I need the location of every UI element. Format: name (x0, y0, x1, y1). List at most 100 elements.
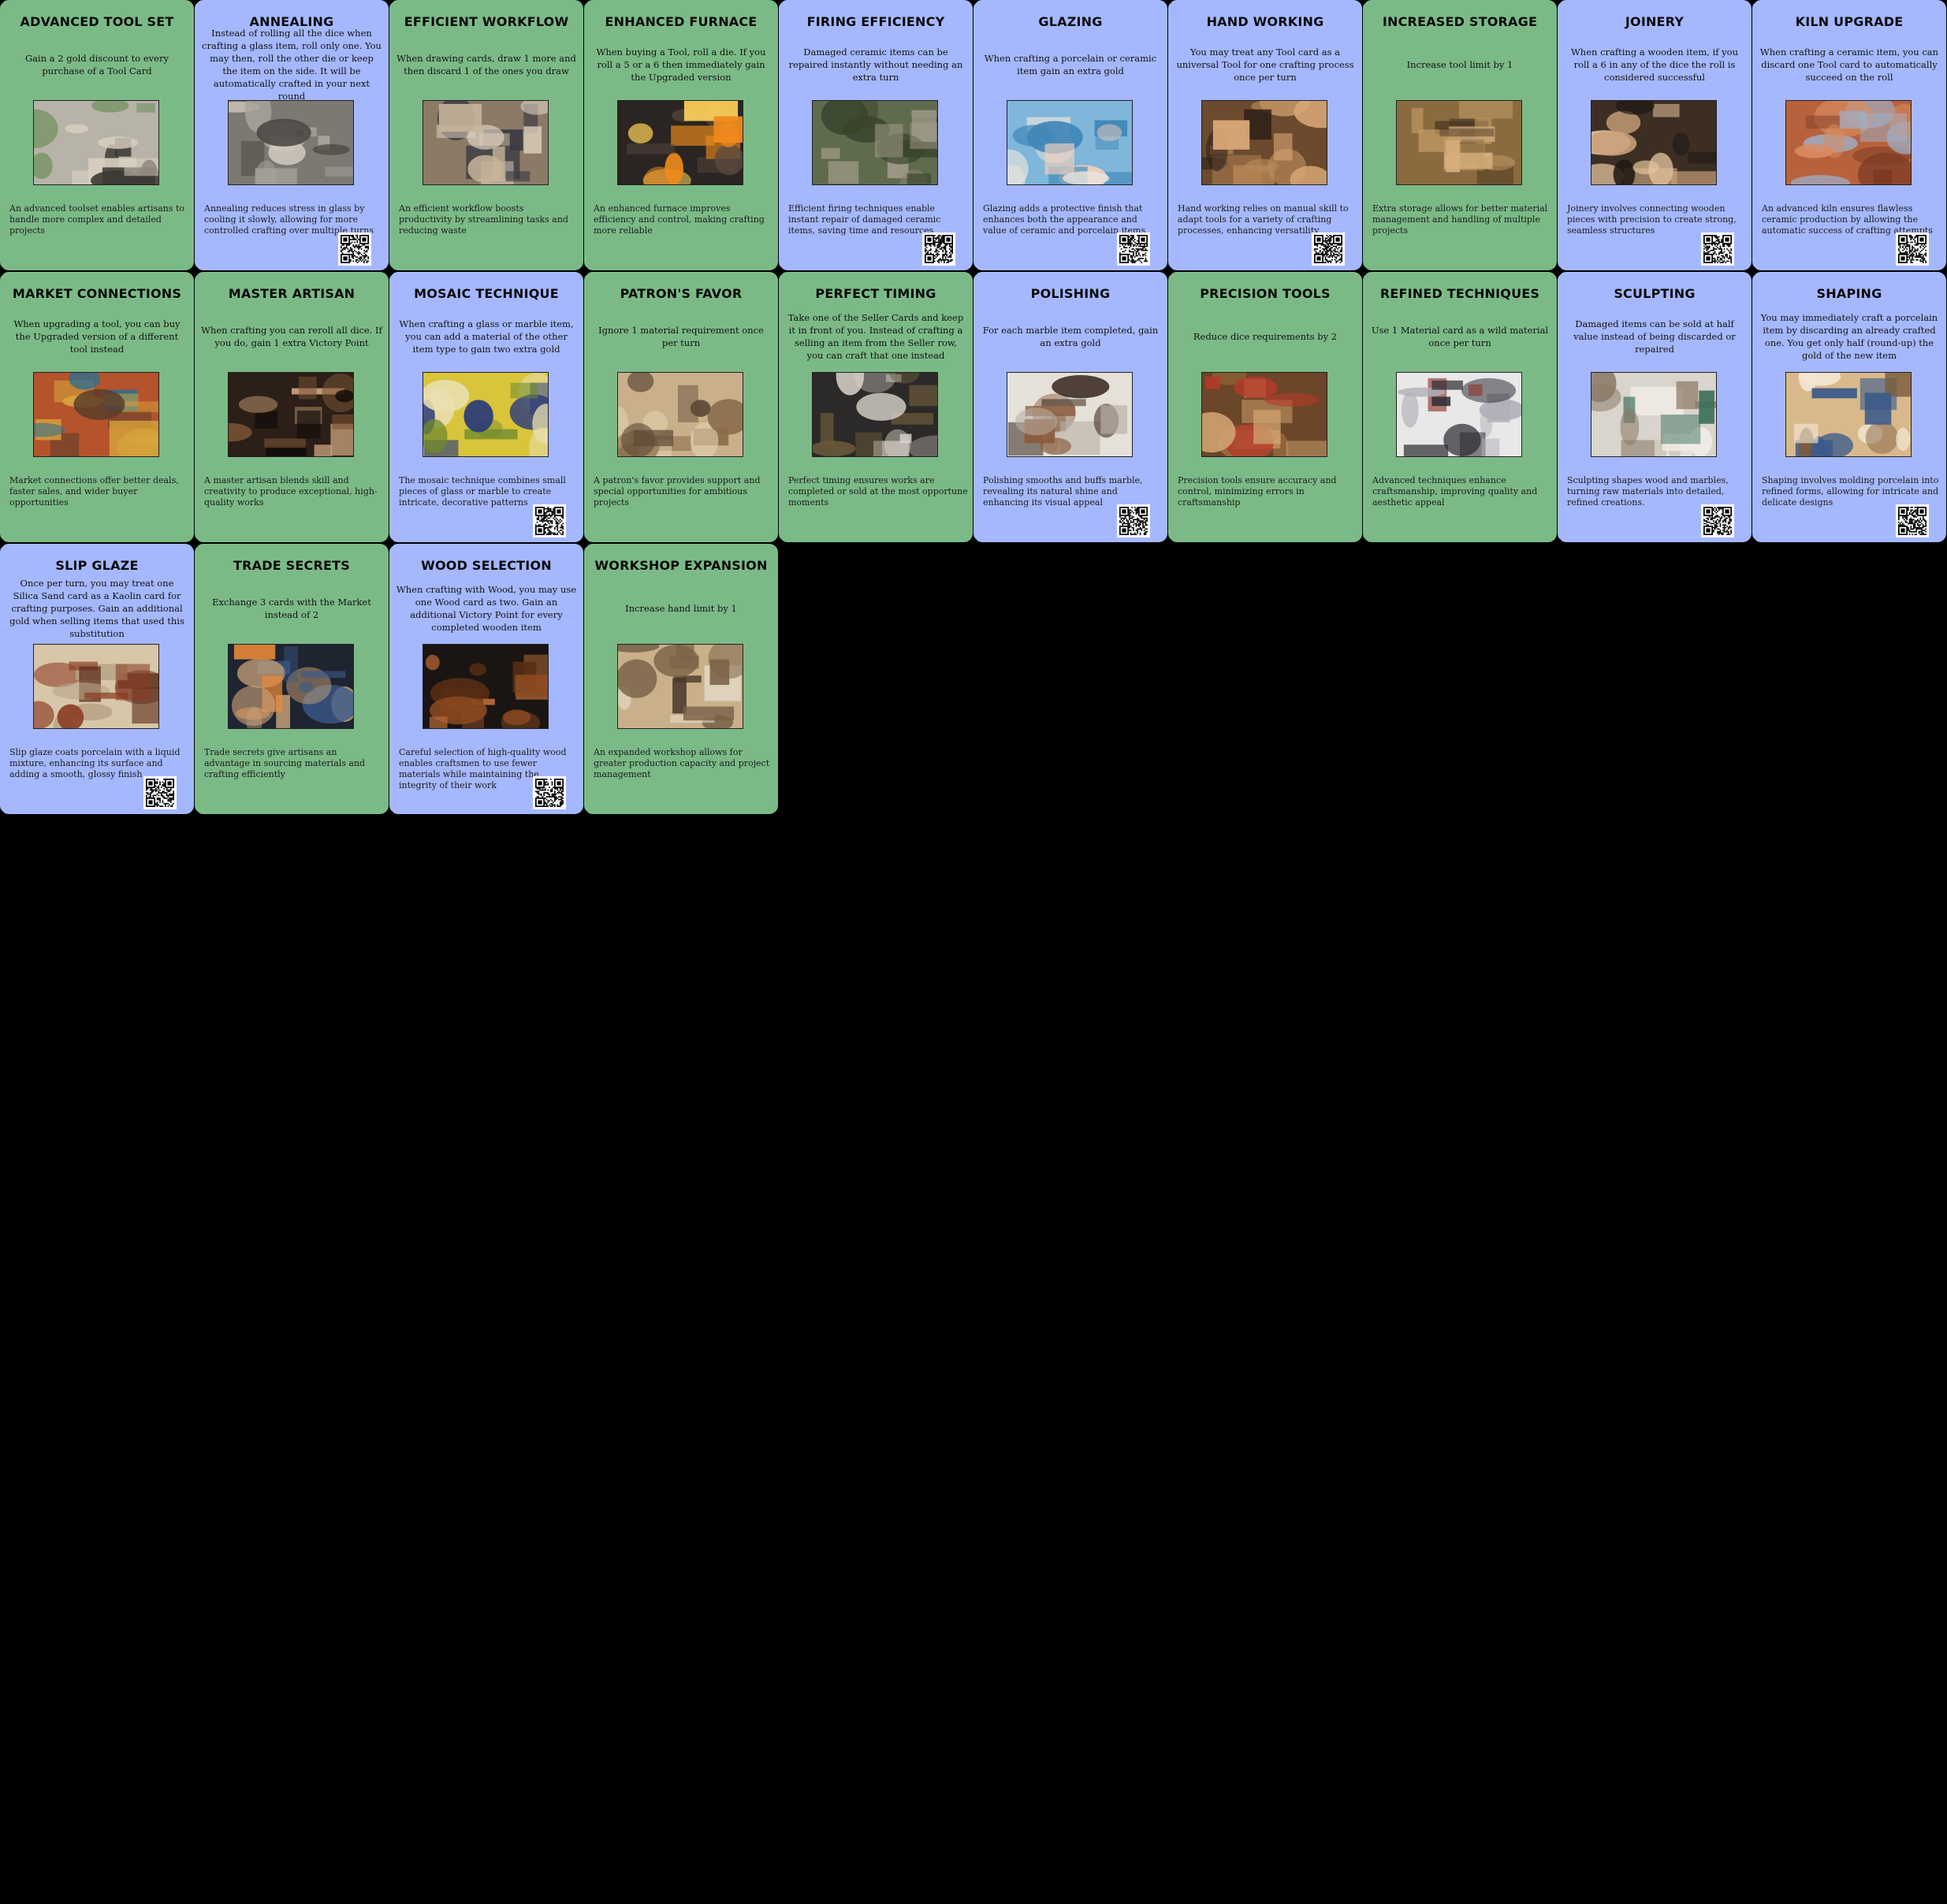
qr-code-icon[interactable] (533, 776, 566, 809)
card-efficient-workflow[interactable]: EFFICIENT WORKFLOW When drawing cards, dr… (389, 0, 583, 270)
glowing-furnace-photo (618, 101, 758, 195)
qr-code-icon[interactable] (1312, 232, 1345, 266)
card-precision-tools[interactable]: PRECISION TOOLS Reduce dice requirements … (1168, 272, 1362, 542)
card-illustration (812, 88, 955, 207)
polishing-marble-photo (1007, 373, 1132, 456)
qr-code-pattern (1898, 507, 1927, 535)
card-joinery[interactable]: JOINERY When crafting a wooden item, if y… (1558, 0, 1752, 270)
card-rule-text: Increase hand limit by 1 (625, 603, 737, 614)
qr-code-pattern (1703, 235, 1732, 263)
card-title: MASTER ARTISAN (228, 286, 356, 301)
roman-mosaic-photo (612, 370, 750, 472)
qr-code-pattern (535, 507, 564, 535)
qr-code-icon[interactable] (1896, 232, 1929, 266)
card-rule-text: When crafting a ceramic item, you can di… (1759, 46, 1939, 83)
card-slip-glaze[interactable]: SLIP GLAZE Once per turn, you may treat o… (0, 544, 194, 814)
glaze-pouring-photo (991, 101, 1136, 197)
card-advanced-tool-set[interactable]: ADVANCED TOOL SET Gain a 2 gold discount … (0, 0, 194, 270)
card-polishing[interactable]: POLISHING For each marble item completed,… (974, 272, 1167, 542)
workshop-room-photo (608, 633, 750, 731)
card-sculpting[interactable]: SCULPTING Damaged items can be sold at ha… (1558, 272, 1752, 542)
card-flavor-text: Market connections offer better deals, f… (9, 475, 179, 508)
card-illustration (1396, 372, 1524, 467)
card-rule-text: Use 1 Material card as a wild material o… (1371, 325, 1549, 348)
card-flavor-text: Glazing adds a protective finish that en… (983, 203, 1146, 236)
card-kiln-upgrade[interactable]: KILN UPGRADE When crafting a ceramic item… (1752, 0, 1946, 270)
qr-code-icon[interactable] (533, 504, 566, 537)
card-rule-text: Instead of rolling all the dice when cra… (202, 28, 382, 102)
card-title: TRADE SECRETS (233, 558, 350, 573)
card-flavor-text: Shaping involves molding porcelain into … (1762, 475, 1939, 508)
qr-code-icon[interactable] (1117, 504, 1150, 537)
card-rule-text: Exchange 3 cards with the Market instead… (212, 597, 371, 620)
qr-code-icon[interactable] (1701, 232, 1734, 266)
precision-tools-photo (1187, 366, 1335, 477)
qr-code-pattern (1119, 507, 1148, 535)
card-title: PRECISION TOOLS (1200, 286, 1331, 301)
card-perfect-timing[interactable]: PERFECT TIMING Take one of the Seller Car… (779, 272, 973, 542)
card-flavor-text: Annealing reduces stress in glass by coo… (204, 203, 374, 236)
qr-code-pattern (1898, 235, 1927, 263)
card-enhanced-furnace[interactable]: ENHANCED FURNACE When buying a Tool, roll… (584, 0, 778, 270)
card-title: INCREASED STORAGE (1382, 14, 1538, 29)
card-flavor-text: Trade secrets give artisans an advantage… (204, 747, 366, 779)
card-rule-text: When upgrading a tool, you can buy the U… (13, 318, 181, 355)
card-rule-text: When crafting you can reroll all dice. I… (201, 325, 382, 348)
card-illustration (1187, 366, 1335, 477)
card-sheet: ADVANCED TOOL SET Gain a 2 gold discount … (0, 0, 1947, 814)
card-title: SCULPTING (1614, 286, 1696, 301)
qr-code-icon[interactable] (338, 232, 371, 266)
card-flavor-text: An expanded workshop allows for greater … (594, 747, 770, 779)
card-shaping[interactable]: SHAPING You may immediately craft a porce… (1752, 272, 1946, 542)
qr-code-icon[interactable] (1896, 504, 1929, 537)
card-flavor-text: Efficient firing techniques enable insta… (788, 203, 941, 236)
card-rule-text: Once per turn, you may treat one Silica … (9, 578, 184, 639)
card-mosaic-technique[interactable]: MOSAIC TECHNIQUE When crafting a glass or… (389, 272, 583, 542)
card-illustration (228, 644, 359, 738)
card-rule-text: When crafting a wooden item, if you roll… (1570, 46, 1739, 83)
card-hand-working[interactable]: HAND WORKING You may treat any Tool card … (1168, 0, 1362, 270)
card-workshop-expansion[interactable]: WORKSHOP EXPANSION Increase hand limit by… (584, 544, 778, 814)
sculptor-photo (1579, 365, 1716, 475)
card-annealing[interactable]: ANNEALING Instead of rolling all the dice… (195, 0, 389, 270)
card-firing-efficiency[interactable]: FIRING EFFICIENCY Damaged ceramic items c… (779, 0, 973, 270)
card-increased-storage[interactable]: INCREASED STORAGE Increase tool limit by … (1363, 0, 1557, 270)
card-title: WOOD SELECTION (421, 558, 552, 573)
carving-tools-photo (11, 99, 159, 202)
qr-code-pattern (1703, 507, 1732, 535)
card-flavor-text: Joinery involves connecting wooden piece… (1567, 203, 1737, 236)
card-refined-techniques[interactable]: REFINED TECHNIQUES Use 1 Material card as… (1363, 272, 1557, 542)
card-illustration (608, 633, 750, 731)
card-illustration (18, 368, 172, 466)
card-glazing[interactable]: GLAZING When crafting a porcelain or cera… (974, 0, 1167, 270)
card-illustration (11, 99, 159, 202)
qr-code-icon[interactable] (922, 232, 955, 266)
card-title: ENHANCED FURNACE (605, 14, 758, 29)
card-illustration (1785, 362, 1912, 475)
card-patron-s-favor[interactable]: PATRON'S FAVOR Ignore 1 material requirem… (584, 272, 778, 542)
artisan-at-work-photo (208, 373, 373, 478)
card-illustration (1007, 372, 1133, 457)
qr-code-icon[interactable] (1117, 232, 1150, 266)
card-market-connections[interactable]: MARKET CONNECTIONS When upgrading a tool,… (0, 272, 194, 542)
stacked-baskets-photo (1397, 101, 1521, 192)
card-title: JOINERY (1625, 14, 1685, 29)
qr-code-icon[interactable] (1701, 504, 1734, 537)
card-trade-secrets[interactable]: TRADE SECRETS Exchange 3 cards with the M… (195, 544, 389, 814)
card-illustration (810, 356, 965, 464)
card-rule-text: When buying a Tool, roll a die. If you r… (596, 46, 766, 83)
card-master-artisan[interactable]: MASTER ARTISAN When crafting you can rero… (195, 272, 389, 542)
card-wood-selection[interactable]: WOOD SELECTION When crafting with Wood, y… (389, 544, 583, 814)
qr-code-pattern (146, 779, 174, 807)
card-flavor-text: An advanced toolset enables artisans to … (9, 203, 185, 236)
qr-code-icon[interactable] (143, 776, 177, 809)
hands-carving-wood-photo (1184, 88, 1349, 199)
market-stall-photo (18, 368, 172, 466)
card-flavor-text: A patron's favor provides support and sp… (594, 475, 761, 508)
card-flavor-text: Slip glaze coats porcelain with a liquid… (9, 747, 181, 779)
card-title: KILN UPGRADE (1795, 14, 1904, 29)
card-illustration (1577, 96, 1727, 209)
card-illustration (617, 100, 758, 195)
card-rule-text: Ignore 1 material requirement once per t… (598, 325, 764, 348)
card-title: HAND WORKING (1206, 14, 1324, 29)
